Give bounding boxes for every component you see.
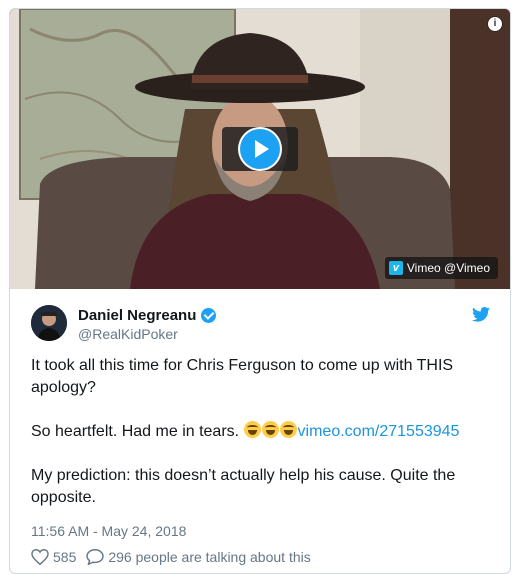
tweet-line-2: So heartfelt. Had me in tears. vimeo.com… [31, 421, 491, 443]
author-name[interactable]: Daniel Negreanu [78, 307, 217, 324]
avatar-image [31, 305, 67, 341]
play-button[interactable] [222, 127, 298, 171]
twitter-bird-icon[interactable] [472, 307, 490, 322]
tears-of-joy-emoji-icon [243, 421, 261, 438]
talking-count: 296 people are talking about this [108, 549, 311, 565]
info-icon[interactable]: i [488, 17, 502, 31]
like-count: 585 [53, 549, 77, 565]
like-button[interactable]: 585 [31, 549, 76, 565]
vimeo-link[interactable]: vimeo.com/271553945 [298, 423, 460, 440]
heart-icon [31, 549, 49, 565]
avatar[interactable] [31, 305, 67, 341]
tweet-line-3: My prediction: this doesn’t actually hel… [31, 467, 456, 506]
comment-icon [86, 549, 105, 565]
tears-of-joy-emoji-icon [261, 421, 279, 438]
tweet-text: It took all this time for Chris Ferguson… [31, 355, 491, 509]
verified-badge-icon [201, 308, 217, 323]
vimeo-attribution-label: Vimeo @Vimeo [406, 261, 490, 275]
tweet-actions: 585 296 people are talking about this [31, 549, 321, 565]
vimeo-logo-icon: v [388, 261, 403, 275]
vimeo-attribution[interactable]: v Vimeo @Vimeo [384, 257, 498, 279]
video-embed[interactable]: i v Vimeo @Vimeo [10, 9, 510, 289]
tweet-card: i v Vimeo @Vimeo Daniel Negreanu @RealKi… [9, 8, 511, 574]
tweet-line-1: It took all this time for Chris Ferguson… [31, 357, 454, 396]
author-name-label: Daniel Negreanu [78, 307, 197, 324]
tweet-timestamp[interactable]: 11:56 AM - May 24, 2018 [31, 523, 186, 539]
author-handle[interactable]: @RealKidPoker [78, 326, 178, 342]
tweet-line-2-text: So heartfelt. Had me in tears. [31, 423, 244, 440]
tears-of-joy-emoji-icon [279, 421, 297, 438]
tweet-body: Daniel Negreanu @RealKidPoker It took al… [10, 289, 510, 573]
play-icon [240, 129, 280, 169]
reply-button[interactable]: 296 people are talking about this [86, 549, 311, 565]
